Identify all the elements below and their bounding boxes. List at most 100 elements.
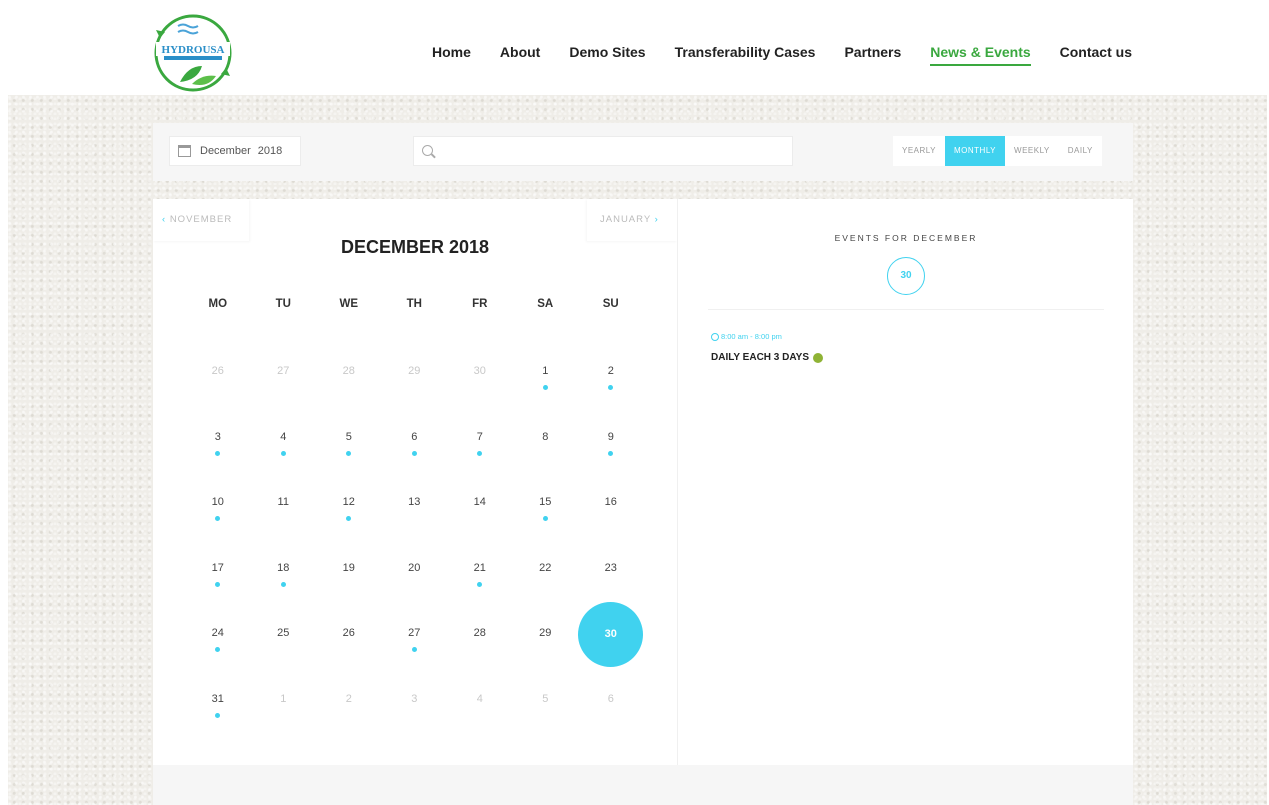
calendar-day[interactable]: 8 xyxy=(513,405,579,471)
day-number: 6 xyxy=(411,430,418,443)
day-number: 31 xyxy=(211,692,224,705)
month-calendar: ‹ NOVEMBER JANUARY › DECEMBER 2018 MO TU… xyxy=(153,199,677,765)
day-number: 1 xyxy=(280,692,287,705)
nav-contact-us[interactable]: Contact us xyxy=(1060,44,1132,66)
day-number: 9 xyxy=(607,430,614,443)
calendar-week-row: 17 18 19 20 21 22 23 xyxy=(185,536,645,602)
day-number: 14 xyxy=(473,496,486,508)
month-title: DECEMBER 2018 xyxy=(340,237,490,257)
site-header: HYDROUSA Home About Demo Sites Transfera… xyxy=(0,0,1269,95)
day-number: 1 xyxy=(542,365,549,377)
calendar-day[interactable]: 1 xyxy=(251,667,317,733)
main-nav: Home About Demo Sites Transferability Ca… xyxy=(432,44,1161,66)
calendar-day[interactable]: 3 xyxy=(185,405,251,471)
calendar-day[interactable]: 11 xyxy=(251,470,317,536)
calendar-day[interactable]: 10 xyxy=(185,470,251,536)
calendar-day[interactable]: 4 xyxy=(251,405,317,471)
calendar-day[interactable]: 6 xyxy=(382,405,448,471)
tab-weekly[interactable]: WEEKLY xyxy=(1005,136,1059,166)
calendar-day[interactable]: 15 xyxy=(513,470,579,536)
weekday-label: TH xyxy=(406,298,422,310)
event-indicator-dot xyxy=(542,516,548,521)
calendar-day[interactable]: 26 xyxy=(185,339,251,405)
calendar-day[interactable]: 22 xyxy=(513,536,579,602)
tab-daily[interactable]: DAILY xyxy=(1059,136,1102,166)
prev-month-link[interactable]: ‹ NOVEMBER xyxy=(153,199,249,241)
day-number: 10 xyxy=(211,496,224,508)
calendar-day[interactable]: 19 xyxy=(316,536,382,602)
nav-demo-sites[interactable]: Demo Sites xyxy=(569,44,645,66)
calendar-day[interactable]: 28 xyxy=(447,601,513,667)
calendar-week-row: 26 27 28 29 30 1 2 xyxy=(185,339,645,405)
day-number: 17 xyxy=(211,561,224,574)
day-number: 27 xyxy=(277,365,290,377)
calendar-day[interactable]: 23 xyxy=(578,536,644,602)
weekday-label: SU xyxy=(602,298,619,310)
calendar-icon xyxy=(178,145,191,157)
hydrousa-logo[interactable]: HYDROUSA xyxy=(150,12,236,94)
calendar-day[interactable]: 29 xyxy=(513,601,579,667)
calendar-day[interactable]: 14 xyxy=(447,470,513,536)
day-number: 15 xyxy=(539,496,552,508)
calendar-day[interactable]: 1 xyxy=(513,339,579,405)
selected-day-badge: 30 xyxy=(887,257,925,295)
day-number: 12 xyxy=(342,496,355,508)
tab-yearly[interactable]: YEARLY xyxy=(893,136,945,166)
calendar-day[interactable]: 5 xyxy=(513,667,579,733)
calendar-day[interactable]: 17 xyxy=(185,536,251,602)
calendar-day[interactable]: 25 xyxy=(251,601,317,667)
day-number: 20 xyxy=(408,561,421,574)
day-number: 30 xyxy=(473,365,486,377)
next-month-link[interactable]: JANUARY › xyxy=(587,199,677,241)
calendar-day[interactable]: 9 xyxy=(578,405,644,471)
calendar-day[interactable]: 30 xyxy=(447,339,513,405)
calendar-day[interactable]: 2 xyxy=(578,339,644,405)
calendar-day[interactable]: 5 xyxy=(316,405,382,471)
day-number: 19 xyxy=(342,561,355,574)
prev-month-label: NOVEMBER xyxy=(169,214,233,225)
nav-partners[interactable]: Partners xyxy=(844,44,901,66)
event-title-link[interactable]: DAILY EACH 3 DAYS xyxy=(711,352,823,363)
day-number: 26 xyxy=(342,627,355,639)
calendar-day[interactable]: 12 xyxy=(316,470,382,536)
chevron-left-icon: ‹ xyxy=(162,214,167,225)
calendar-day[interactable]: 3 xyxy=(382,667,448,733)
calendar-day[interactable]: 2 xyxy=(316,667,382,733)
nav-home[interactable]: Home xyxy=(432,44,471,66)
nav-about[interactable]: About xyxy=(500,44,540,66)
date-picker-year: 2018 xyxy=(257,145,283,157)
day-number: 18 xyxy=(277,561,290,574)
calendar-day[interactable]: 13 xyxy=(382,470,448,536)
calendar-day[interactable]: 24 xyxy=(185,601,251,667)
calendar-day[interactable]: 4 xyxy=(447,667,513,733)
calendar-day-selected[interactable]: 30 xyxy=(578,601,644,667)
calendar-week-row: 24 25 26 27 28 29 30 xyxy=(185,601,645,667)
nav-transferability-cases[interactable]: Transferability Cases xyxy=(675,44,816,66)
weekday-label: SA xyxy=(537,298,554,310)
day-number: 24 xyxy=(211,627,224,639)
search-box xyxy=(413,136,793,166)
calendar-day[interactable]: 27 xyxy=(251,339,317,405)
calendar-day[interactable]: 20 xyxy=(382,536,448,602)
date-picker[interactable]: December 2018 xyxy=(169,136,301,166)
day-number: 29 xyxy=(408,365,421,377)
calendar-day[interactable]: 7 xyxy=(447,405,513,471)
day-number: 5 xyxy=(542,692,549,705)
calendar-day[interactable]: 28 xyxy=(316,339,382,405)
event-indicator-dot xyxy=(608,385,613,390)
calendar-day[interactable]: 29 xyxy=(382,339,448,405)
calendar-day[interactable]: 21 xyxy=(447,536,513,602)
nav-news-events[interactable]: News & Events xyxy=(930,44,1031,66)
calendar-day[interactable]: 6 xyxy=(578,667,644,733)
search-input[interactable] xyxy=(442,139,787,163)
calendar-day[interactable]: 26 xyxy=(316,601,382,667)
calendar-day[interactable]: 31 xyxy=(185,667,251,733)
tab-monthly[interactable]: MONTHLY xyxy=(944,136,1006,166)
day-number: 30 xyxy=(604,628,617,640)
calendar-day[interactable]: 18 xyxy=(251,536,317,602)
calendar-day[interactable]: 27 xyxy=(382,601,448,667)
event-indicator-dot xyxy=(280,450,286,456)
calendar-day[interactable]: 16 xyxy=(578,470,644,536)
events-divider xyxy=(708,309,1104,310)
event-indicator-dot xyxy=(608,450,613,456)
